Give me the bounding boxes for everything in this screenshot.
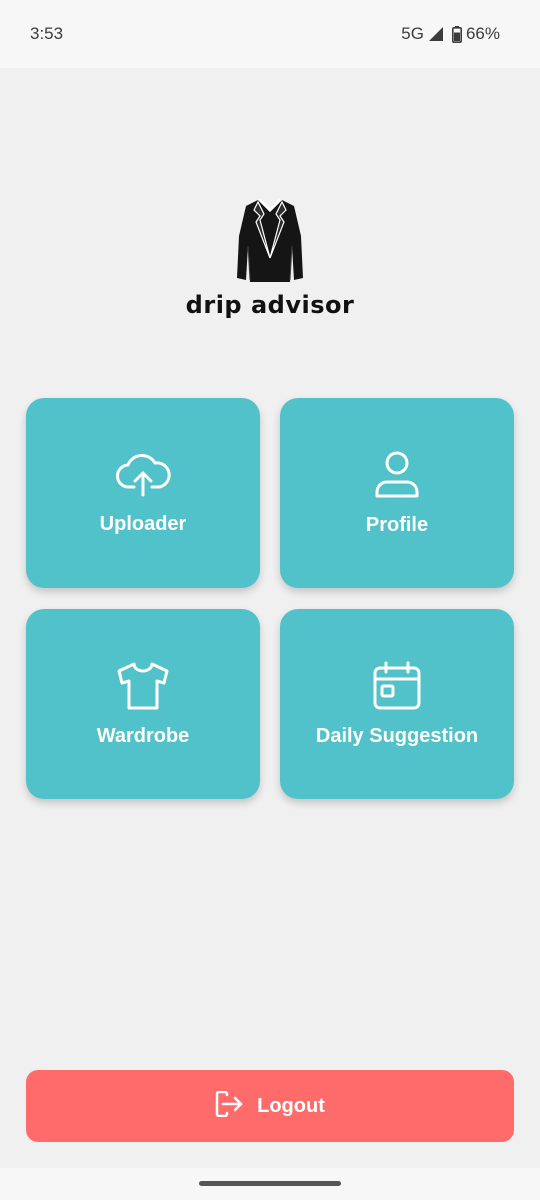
logout-button[interactable]: Logout <box>26 1070 514 1142</box>
profile-label: Profile <box>365 513 429 536</box>
wardrobe-button[interactable]: Wardrobe <box>26 609 260 799</box>
signal-icon <box>428 26 444 42</box>
app-logo: drip advisor <box>0 196 540 319</box>
status-bar: 3:53 5G 66% <box>0 0 540 68</box>
calendar-icon <box>372 661 422 711</box>
uploader-button[interactable]: Uploader <box>26 398 260 588</box>
status-time: 3:53 <box>30 24 64 43</box>
user-icon <box>373 450 421 500</box>
daily-suggestion-button[interactable]: Daily Suggestion <box>280 609 514 799</box>
wardrobe-label: Wardrobe <box>96 724 190 747</box>
navigation-bar <box>0 1168 540 1200</box>
blazer-icon <box>236 196 304 289</box>
logout-label: Logout <box>257 1094 325 1117</box>
battery-level: 66% <box>465 24 500 43</box>
home-indicator[interactable] <box>199 1181 341 1186</box>
tshirt-icon <box>115 661 171 711</box>
network-type: 5G <box>401 24 424 43</box>
profile-button[interactable]: Profile <box>280 398 514 588</box>
battery-icon <box>451 25 462 43</box>
uploader-label: Uploader <box>99 512 187 535</box>
daily-suggestion-label: Daily Suggestion <box>315 724 479 747</box>
app-name: drip advisor <box>185 291 355 319</box>
cloud-upload-icon <box>115 451 171 499</box>
status-indicators: 5G 66% <box>401 24 500 44</box>
logout-icon <box>215 1090 243 1122</box>
